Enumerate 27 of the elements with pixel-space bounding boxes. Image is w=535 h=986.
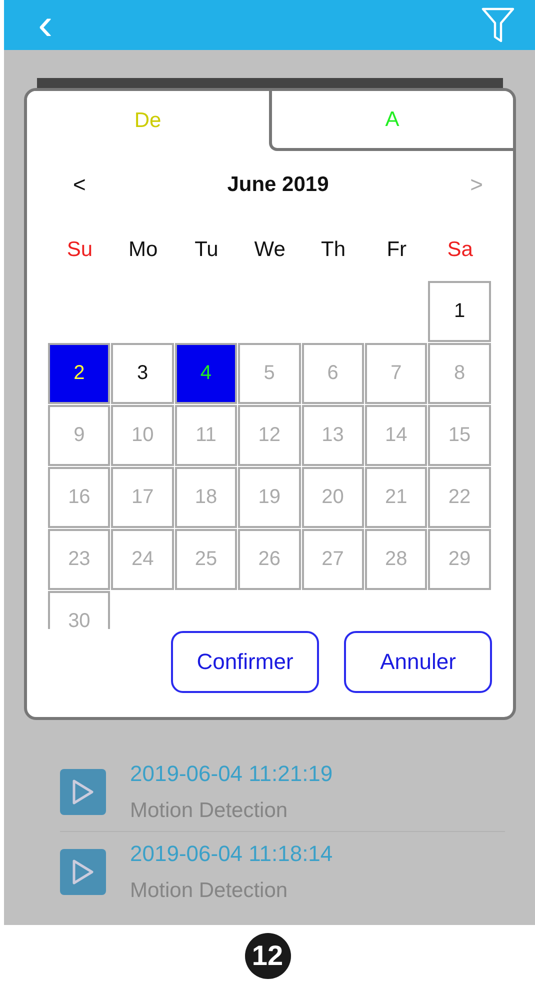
month-title: June 2019 bbox=[227, 173, 329, 197]
weekday-label: Tu bbox=[194, 238, 220, 262]
play-icon bbox=[71, 858, 95, 884]
calendar-day[interactable]: 4 bbox=[174, 343, 238, 404]
play-button[interactable] bbox=[60, 768, 106, 814]
event-time: 2019-06-04 11:21:19 bbox=[130, 760, 333, 786]
event-time: 2019-06-04 11:18:14 bbox=[130, 840, 333, 866]
calendar-day[interactable]: 2 bbox=[48, 343, 110, 404]
play-icon bbox=[71, 778, 95, 804]
dialog-button[interactable]: Annuler bbox=[344, 631, 492, 693]
page-number-badge: 12 bbox=[244, 932, 290, 978]
calendar-day[interactable]: 3 bbox=[111, 343, 174, 404]
dialog-button[interactable]: Confirmer bbox=[171, 631, 319, 693]
weekday-label: Fr bbox=[386, 238, 408, 262]
weekday-label: Th bbox=[320, 238, 347, 262]
play-button[interactable] bbox=[60, 848, 106, 894]
event-label: Motion Detection bbox=[130, 798, 289, 822]
previous-month-button[interactable]: < bbox=[73, 172, 86, 198]
weekday-label: Su bbox=[66, 238, 94, 262]
weekday-label: Sa bbox=[446, 238, 474, 262]
back-button[interactable]: ‹ bbox=[38, 5, 53, 45]
date-tab[interactable]: A bbox=[268, 91, 513, 151]
weekday-label: Mo bbox=[127, 238, 159, 262]
calendar-day[interactable]: 1 bbox=[428, 281, 491, 342]
weekday-label: We bbox=[253, 238, 286, 262]
filter-icon[interactable] bbox=[481, 7, 515, 43]
event-label: Motion Detection bbox=[130, 878, 289, 902]
